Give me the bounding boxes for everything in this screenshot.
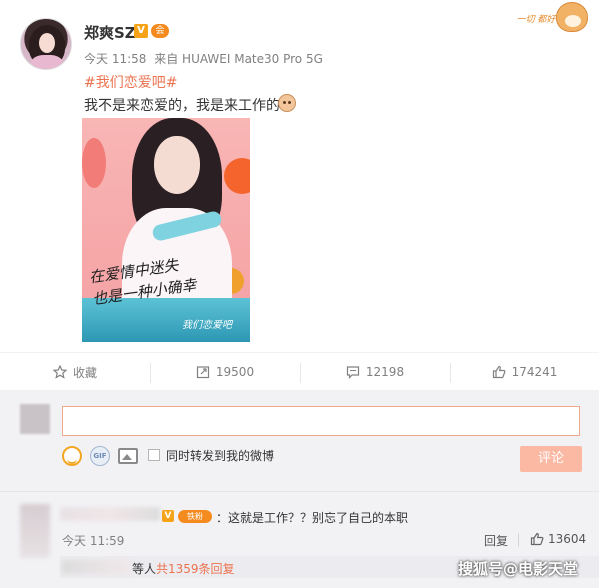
- like-button[interactable]: 174241: [450, 353, 599, 391]
- view-replies-link[interactable]: 共1359条回复: [156, 562, 235, 576]
- comment-time: 今天 11:59: [62, 534, 125, 548]
- comment-text: ：这就是工作？？别忘了自己的本职: [216, 511, 409, 525]
- favorite-button[interactable]: 收藏: [0, 353, 150, 391]
- decoration-sticker: 一切 都好: [506, 0, 599, 42]
- comment-input[interactable]: [62, 406, 580, 436]
- show-logo: 我们恋爱吧: [182, 320, 232, 331]
- like-count: 174241: [511, 365, 558, 379]
- shiba-dog-icon: [556, 2, 588, 32]
- image-upload-icon[interactable]: [118, 448, 138, 464]
- repost-checkbox-label: 同时转发到我的微博: [166, 449, 275, 463]
- repost-icon: [196, 366, 210, 379]
- repost-checkbox[interactable]: [148, 449, 160, 461]
- commenter-name-blurred[interactable]: [60, 507, 160, 521]
- comment-button[interactable]: 12198: [300, 353, 450, 391]
- repost-button[interactable]: 19500: [150, 353, 300, 391]
- smiley-emoji-icon[interactable]: [62, 446, 82, 466]
- comment-like-icon[interactable]: [530, 532, 544, 546]
- hashtag-link[interactable]: #我们恋爱吧#: [84, 72, 177, 92]
- vip-member-icon[interactable]: 会: [151, 24, 169, 38]
- commenter-avatar[interactable]: [20, 504, 50, 558]
- comment-icon: [346, 366, 360, 379]
- submit-comment-button[interactable]: 评论: [520, 446, 582, 472]
- divider: [0, 491, 599, 492]
- sohu-watermark: 搜狐号@电影天堂: [458, 560, 579, 578]
- repost-count: 19500: [215, 365, 255, 379]
- divider: [518, 533, 519, 547]
- author-avatar[interactable]: [20, 18, 72, 70]
- reply-button[interactable]: 回复: [484, 532, 508, 549]
- post-photo[interactable]: 在爱情中迷失 也是一种小确幸 我们恋爱吧: [82, 118, 250, 342]
- favorite-label: 收藏: [72, 365, 97, 380]
- comment-count: 12198: [365, 365, 405, 379]
- author-name[interactable]: 郑爽SZ: [84, 22, 136, 43]
- post-text: 我不是来恋爱的，我是来工作的: [84, 98, 280, 114]
- replier-names-blurred: [62, 560, 130, 574]
- my-avatar[interactable]: [20, 404, 50, 434]
- weibo-post: 郑爽SZ V 会 今天 11:58 来自 HUAWEI Mate30 Pro 5…: [0, 0, 599, 390]
- fan-badge: 铁粉: [178, 510, 212, 523]
- cat-emoji-icon: [278, 94, 296, 112]
- post-source: 来自 HUAWEI Mate30 Pro 5G: [154, 52, 323, 66]
- post-time[interactable]: 今天 11:58: [84, 52, 146, 66]
- star-icon: [52, 365, 67, 379]
- post-action-bar: 收藏 19500 12198 174241: [0, 352, 599, 390]
- commenter-verified-icon: V: [162, 510, 174, 522]
- comment-like-count: 13604: [548, 532, 587, 546]
- gif-icon[interactable]: GIF: [90, 446, 110, 466]
- verified-v-icon[interactable]: V: [134, 24, 148, 38]
- sub-replies-summary: 等人共1359条回复: [132, 562, 235, 576]
- post-meta: 今天 11:58 来自 HUAWEI Mate30 Pro 5G: [84, 50, 327, 67]
- thumbs-up-icon: [492, 365, 506, 379]
